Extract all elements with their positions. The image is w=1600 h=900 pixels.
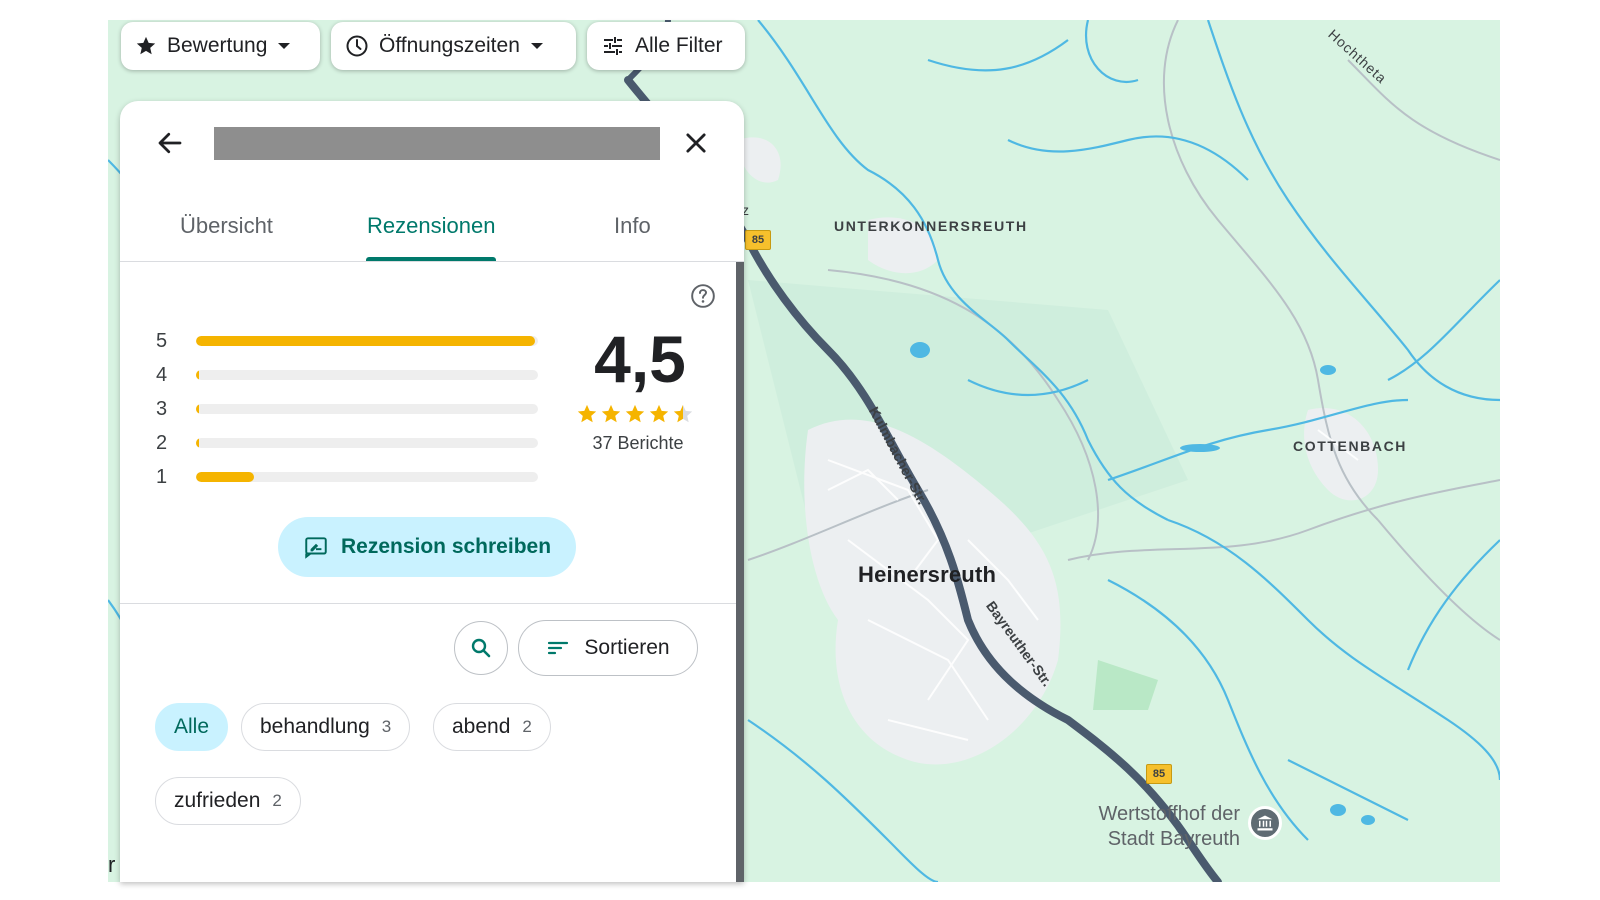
histogram-bar-track — [196, 438, 538, 448]
search-icon — [471, 638, 491, 658]
topic-chip-label: zufrieden — [174, 789, 261, 812]
star-icon — [673, 404, 693, 423]
star-icon — [625, 404, 645, 423]
place-panel: Übersicht Rezensionen Info 5 4 3 2 1 4,5 37 … — [120, 101, 744, 882]
route-shield-85: 85 — [745, 230, 771, 250]
histogram-row: 3 — [156, 397, 538, 420]
topic-chip-behandlung[interactable]: behandlung 3 — [241, 703, 411, 751]
hours-filter-label: Öffnungszeiten — [379, 34, 520, 57]
topic-chip-all[interactable]: Alle — [155, 703, 229, 751]
section-divider — [120, 603, 744, 604]
histogram-star-label: 3 — [156, 397, 168, 420]
histogram-bar-fill — [196, 336, 535, 346]
tab-reviews[interactable]: Rezensionen — [367, 213, 495, 239]
star-icon — [577, 404, 597, 423]
histogram-row: 4 — [156, 363, 538, 386]
write-review-button[interactable]: Rezension schreiben — [278, 517, 576, 577]
panel-scrollbar[interactable] — [736, 262, 744, 882]
sort-icon — [548, 641, 569, 655]
star-icon — [649, 404, 669, 423]
topic-chip-label: abend — [452, 715, 511, 738]
close-icon — [686, 133, 706, 153]
poi-label-line1: Wertstoffhof der — [1098, 803, 1240, 825]
histogram-bar-fill — [196, 438, 200, 448]
topic-chip-label: Alle — [174, 715, 210, 738]
clock-icon — [346, 35, 368, 57]
histogram-row: 1 — [156, 465, 538, 488]
histogram-star-label: 1 — [156, 465, 168, 488]
average-rating: 4,5 — [594, 322, 686, 396]
hours-filter-chip[interactable]: Öffnungszeiten — [331, 22, 576, 70]
histogram-star-label: 5 — [156, 329, 168, 352]
topic-chip-count: 2 — [522, 717, 532, 736]
sort-label: Sortieren — [584, 636, 670, 659]
histogram-bar-fill — [196, 472, 255, 482]
star-icon — [601, 404, 621, 423]
histogram-star-label: 4 — [156, 363, 168, 386]
close-button[interactable] — [678, 125, 714, 161]
histogram-bar-track — [196, 472, 538, 482]
map-label-unterkonnersreuth: UNTERKONNERSREUTH — [834, 218, 1028, 234]
topic-chip-count: 2 — [272, 791, 282, 810]
histogram-bar-track — [196, 370, 538, 380]
back-arrow-icon — [158, 132, 182, 154]
histogram-bar-track — [196, 404, 538, 414]
review-count[interactable]: 37 Berichte — [578, 433, 698, 454]
rating-filter-chip[interactable]: Bewertung — [121, 22, 320, 70]
all-filters-label: Alle Filter — [635, 34, 723, 57]
dropdown-arrow-icon — [278, 43, 291, 49]
histogram-bar-track — [196, 336, 538, 346]
map-label-cottenbach: COTTENBACH — [1293, 438, 1407, 454]
map-edge-letter: r — [108, 852, 116, 877]
rating-stars — [576, 403, 694, 425]
poi-label-line2: Stadt Bayreuth — [1107, 828, 1240, 850]
poi-label-wertstoffhof[interactable]: Wertstoffhof der Stadt Bayreuth — [1074, 802, 1240, 852]
tab-overview[interactable]: Übersicht — [180, 213, 273, 239]
place-title-redacted — [214, 127, 660, 160]
tab-info[interactable]: Info — [614, 213, 651, 239]
histogram-star-label: 2 — [156, 431, 168, 454]
topic-chip-count: 3 — [381, 717, 392, 736]
tab-divider — [120, 261, 744, 262]
all-filters-chip[interactable]: Alle Filter — [587, 22, 745, 70]
topic-chip-zufrieden[interactable]: zufrieden 2 — [155, 777, 301, 825]
sort-button[interactable]: Sortieren — [518, 620, 698, 676]
histogram-bar-fill — [196, 370, 200, 380]
write-review-label: Rezension schreiben — [340, 535, 552, 558]
rating-filter-label: Bewertung — [167, 34, 268, 57]
tune-icon — [604, 37, 622, 55]
histogram-bar-fill — [196, 404, 200, 414]
topic-chip-label: behandlung — [260, 715, 370, 738]
histogram-row: 2 — [156, 431, 538, 454]
topic-chip-abend[interactable]: abend 2 — [433, 703, 551, 751]
rate-review-icon — [305, 537, 327, 559]
back-button[interactable] — [152, 125, 188, 161]
route-shield-85: 85 — [1146, 764, 1172, 784]
map-label-heinersreuth: Heinersreuth — [858, 562, 997, 587]
star-icon — [136, 36, 156, 55]
help-icon[interactable] — [690, 283, 716, 309]
search-reviews-button[interactable] — [454, 621, 508, 675]
museum-icon[interactable] — [1248, 806, 1282, 840]
dropdown-arrow-icon — [530, 43, 543, 49]
histogram-row: 5 — [156, 329, 538, 352]
